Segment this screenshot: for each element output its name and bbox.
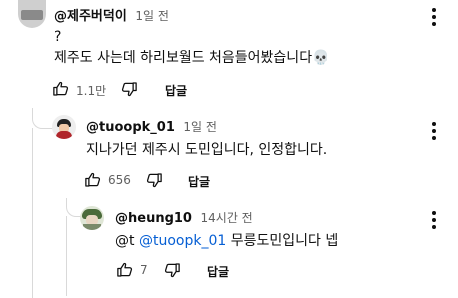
more-vert-icon[interactable]: [431, 8, 437, 26]
more-vert-icon[interactable]: [431, 211, 437, 229]
comment-time[interactable]: 1일 전: [183, 120, 217, 134]
reply-button[interactable]: 답글: [207, 263, 229, 280]
more-vert-icon[interactable]: [431, 122, 437, 140]
comment-author[interactable]: @제주버덕이 1일 전: [54, 5, 169, 24]
comment-text-line-1: ?: [54, 29, 62, 45]
thread-line: [66, 216, 67, 296]
thumb-up-icon[interactable]: [116, 261, 134, 279]
reply-button[interactable]: 답글: [188, 173, 210, 190]
thread-line: [32, 128, 33, 298]
comment-text: @t @tuoopk_01 무릉도민입니다 넵: [115, 231, 338, 251]
comment-text: 지나가던 제주시 도민입니다, 인정합니다.: [86, 142, 328, 158]
avatar[interactable]: [52, 115, 76, 139]
comment-text-rest: 무릉도민입니다 넵: [230, 233, 339, 249]
mention-prefix: @t: [115, 233, 135, 249]
author-name[interactable]: @tuoopk_01: [86, 120, 175, 135]
like-count: 1.1만: [76, 84, 107, 98]
author-name[interactable]: @heung10: [115, 211, 192, 226]
thumb-up-icon[interactable]: [84, 171, 102, 189]
avatar[interactable]: [80, 206, 104, 230]
like-count: 7: [140, 263, 148, 277]
mention-link[interactable]: @tuoopk_01: [139, 233, 226, 249]
reply-button[interactable]: 답글: [165, 82, 187, 99]
comment-time[interactable]: 14시간 전: [201, 211, 253, 225]
thumb-up-icon[interactable]: [52, 80, 70, 98]
comment-time[interactable]: 1일 전: [135, 9, 169, 23]
thread-line: [32, 108, 53, 129]
thumb-down-icon[interactable]: [163, 261, 181, 279]
like-count: 656: [108, 173, 131, 187]
author-name[interactable]: @제주버덕이: [54, 9, 127, 24]
comment-author[interactable]: @tuoopk_01 1일 전: [86, 118, 217, 135]
comment-text-line-2: 제주도 사는데 하리보월드 처음들어봤습니다💀: [54, 50, 330, 66]
avatar[interactable]: [18, 0, 46, 28]
thumb-down-icon[interactable]: [120, 80, 138, 98]
thread-line: [66, 198, 81, 217]
comment-author[interactable]: @heung10 14시간 전: [115, 209, 253, 226]
thumb-down-icon[interactable]: [145, 171, 163, 189]
